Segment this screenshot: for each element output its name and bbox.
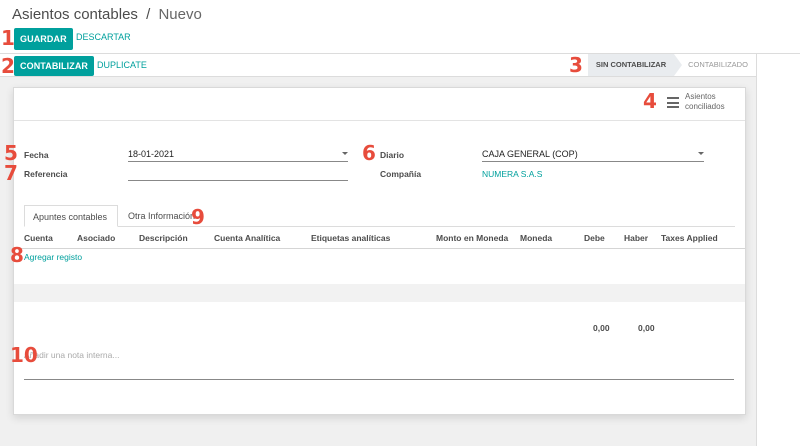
post-button[interactable]: CONTABILIZAR — [14, 56, 95, 76]
total-credit: 0,00 — [638, 323, 655, 333]
reconciled-entries-button[interactable]: Asientos conciliados — [663, 92, 743, 118]
column-header[interactable]: Etiquetas analíticas — [311, 233, 390, 243]
annotation-label: 7 — [4, 161, 18, 185]
right-panel — [756, 54, 800, 446]
column-header[interactable]: Taxes Applied — [661, 233, 718, 243]
annotation-label: 10 — [10, 343, 38, 367]
company-link[interactable]: NUMERA S.A.S — [482, 169, 542, 179]
journal-label: Diario — [380, 150, 405, 160]
add-line-link[interactable]: Agregar registo — [24, 252, 82, 262]
status-bar: CONTABILIZAR DUPLICATE SIN CONTABILIZAR … — [0, 54, 756, 77]
form-sheet: Asientos conciliados Fecha 18-01-2021 Re… — [13, 87, 746, 415]
column-header[interactable]: Debe — [584, 233, 605, 243]
button-box: Asientos conciliados — [14, 88, 745, 121]
chevron-down-icon — [698, 152, 704, 155]
table-header: Cuenta Asociado Descripción Cuenta Analí… — [14, 229, 745, 249]
save-button[interactable]: GUARDAR — [14, 28, 73, 50]
duplicate-button[interactable]: DUPLICATE — [97, 60, 147, 70]
annotation-label: 1 — [1, 26, 15, 50]
reference-field[interactable] — [128, 168, 348, 181]
status-posted[interactable]: CONTABILIZADO — [680, 54, 756, 76]
tab-journal-items[interactable]: Apuntes contables — [24, 205, 118, 227]
table-row — [14, 266, 745, 284]
column-header[interactable]: Descripción — [139, 233, 188, 243]
reference-label: Referencia — [24, 169, 68, 179]
table-row: Agregar registo — [14, 249, 745, 266]
column-header[interactable]: Cuenta — [24, 233, 53, 243]
annotation-label: 4 — [643, 89, 657, 113]
journal-value: CAJA GENERAL (COP) — [482, 149, 578, 159]
form-background: Asientos conciliados Fecha 18-01-2021 Re… — [0, 77, 756, 446]
breadcrumb-parent[interactable]: Asientos contables — [12, 6, 138, 23]
breadcrumb-current: Nuevo — [158, 6, 202, 23]
breadcrumb: Asientos contables / Nuevo — [12, 6, 202, 23]
notebook-tabs: Apuntes contables Otra Información — [24, 205, 735, 227]
date-value: 18-01-2021 — [128, 149, 175, 159]
column-header[interactable]: Monto en Moneda — [436, 233, 508, 243]
total-debit: 0,00 — [593, 323, 610, 333]
annotation-label: 9 — [191, 205, 205, 229]
internal-note-placeholder: Añadir una nota interna... — [24, 350, 120, 360]
breadcrumb-separator: / — [146, 6, 151, 23]
internal-note-field[interactable]: Añadir una nota interna... — [24, 346, 734, 380]
column-header[interactable]: Haber — [624, 233, 648, 243]
column-header[interactable]: Moneda — [520, 233, 552, 243]
company-label: Compañía — [380, 169, 422, 179]
status-draft: SIN CONTABILIZAR — [588, 54, 682, 76]
annotation-label: 3 — [569, 53, 583, 77]
annotation-label: 2 — [1, 54, 15, 78]
annotation-label: 8 — [10, 243, 24, 267]
chevron-down-icon — [342, 152, 348, 155]
date-label: Fecha — [24, 150, 49, 160]
reconciled-entries-label: Asientos conciliados — [685, 92, 725, 111]
column-header[interactable]: Cuenta Analítica — [214, 233, 280, 243]
annotation-label: 5 — [4, 141, 18, 165]
table-row — [14, 284, 745, 302]
date-field[interactable]: 18-01-2021 — [128, 149, 348, 162]
control-panel: Asientos contables / Nuevo GUARDAR DESCA… — [0, 0, 800, 54]
journal-field[interactable]: CAJA GENERAL (COP) — [482, 149, 704, 162]
column-header[interactable]: Asociado — [77, 233, 115, 243]
discard-button[interactable]: DESCARTAR — [76, 32, 131, 42]
annotation-label: 6 — [362, 141, 376, 165]
table-row — [14, 302, 745, 320]
list-icon — [667, 97, 679, 108]
